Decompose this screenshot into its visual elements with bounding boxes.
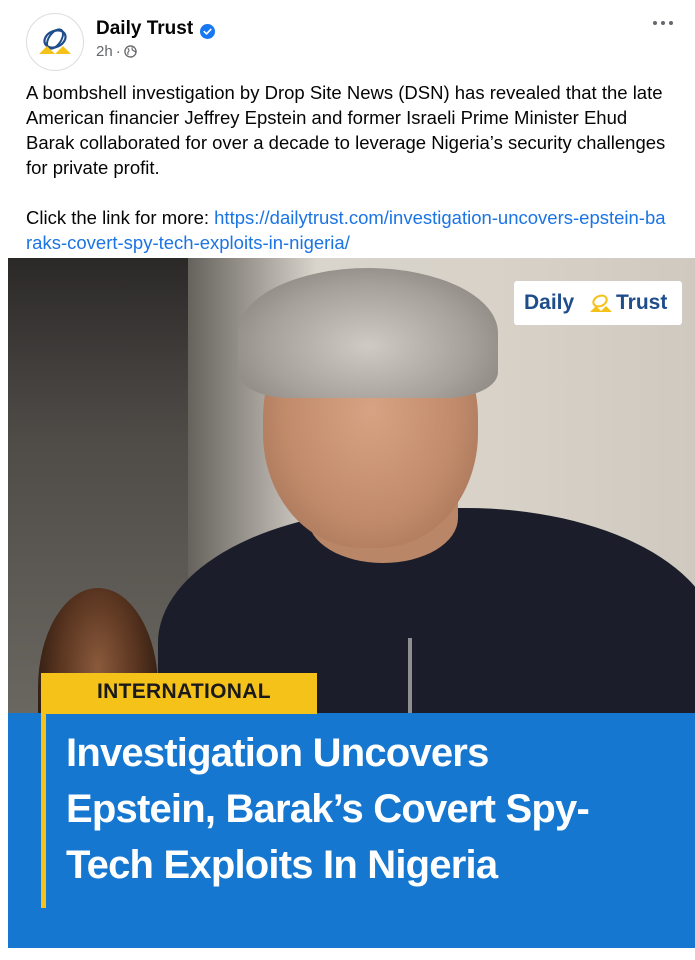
- brand-mark-icon: [590, 294, 612, 312]
- verified-badge-icon: [200, 24, 215, 39]
- post-text: A bombshell investigation by Drop Site N…: [26, 80, 671, 255]
- post-link-paragraph: Click the link for more: https://dailytr…: [26, 205, 671, 255]
- headline-line: Tech Exploits In Nigeria: [66, 843, 498, 887]
- category-tag: INTERNATIONAL: [41, 673, 317, 714]
- image-brand-logo: Daily Trust: [514, 281, 682, 325]
- link-prefix: Click the link for more:: [26, 207, 215, 228]
- page-name-link[interactable]: Daily Trust: [96, 18, 193, 40]
- photo-hair: [238, 268, 498, 398]
- post-time-link[interactable]: 2h: [96, 43, 113, 60]
- more-options-icon[interactable]: [650, 12, 678, 32]
- category-tag-label: INTERNATIONAL: [97, 680, 271, 703]
- image-headline: Investigation Uncovers Epstein, Barak’s …: [66, 725, 676, 893]
- daily-trust-logo-icon: [39, 28, 71, 54]
- globe-icon[interactable]: [123, 45, 137, 58]
- meta-separator: ·: [115, 43, 121, 60]
- post-image[interactable]: Daily Trust INTERNATIONAL Investigation …: [8, 258, 695, 948]
- headline-line: Investigation Uncovers: [66, 731, 489, 775]
- post-header: Daily Trust 2h ·: [0, 0, 695, 72]
- brand-daily-text: Daily: [524, 291, 575, 314]
- post-paragraph: A bombshell investigation by Drop Site N…: [26, 82, 666, 178]
- page-avatar[interactable]: [26, 13, 84, 71]
- brand-trust-text: Trust: [616, 291, 668, 314]
- headline-line: Epstein, Barak’s Covert Spy-: [66, 787, 590, 831]
- post-meta: 2h ·: [96, 43, 137, 60]
